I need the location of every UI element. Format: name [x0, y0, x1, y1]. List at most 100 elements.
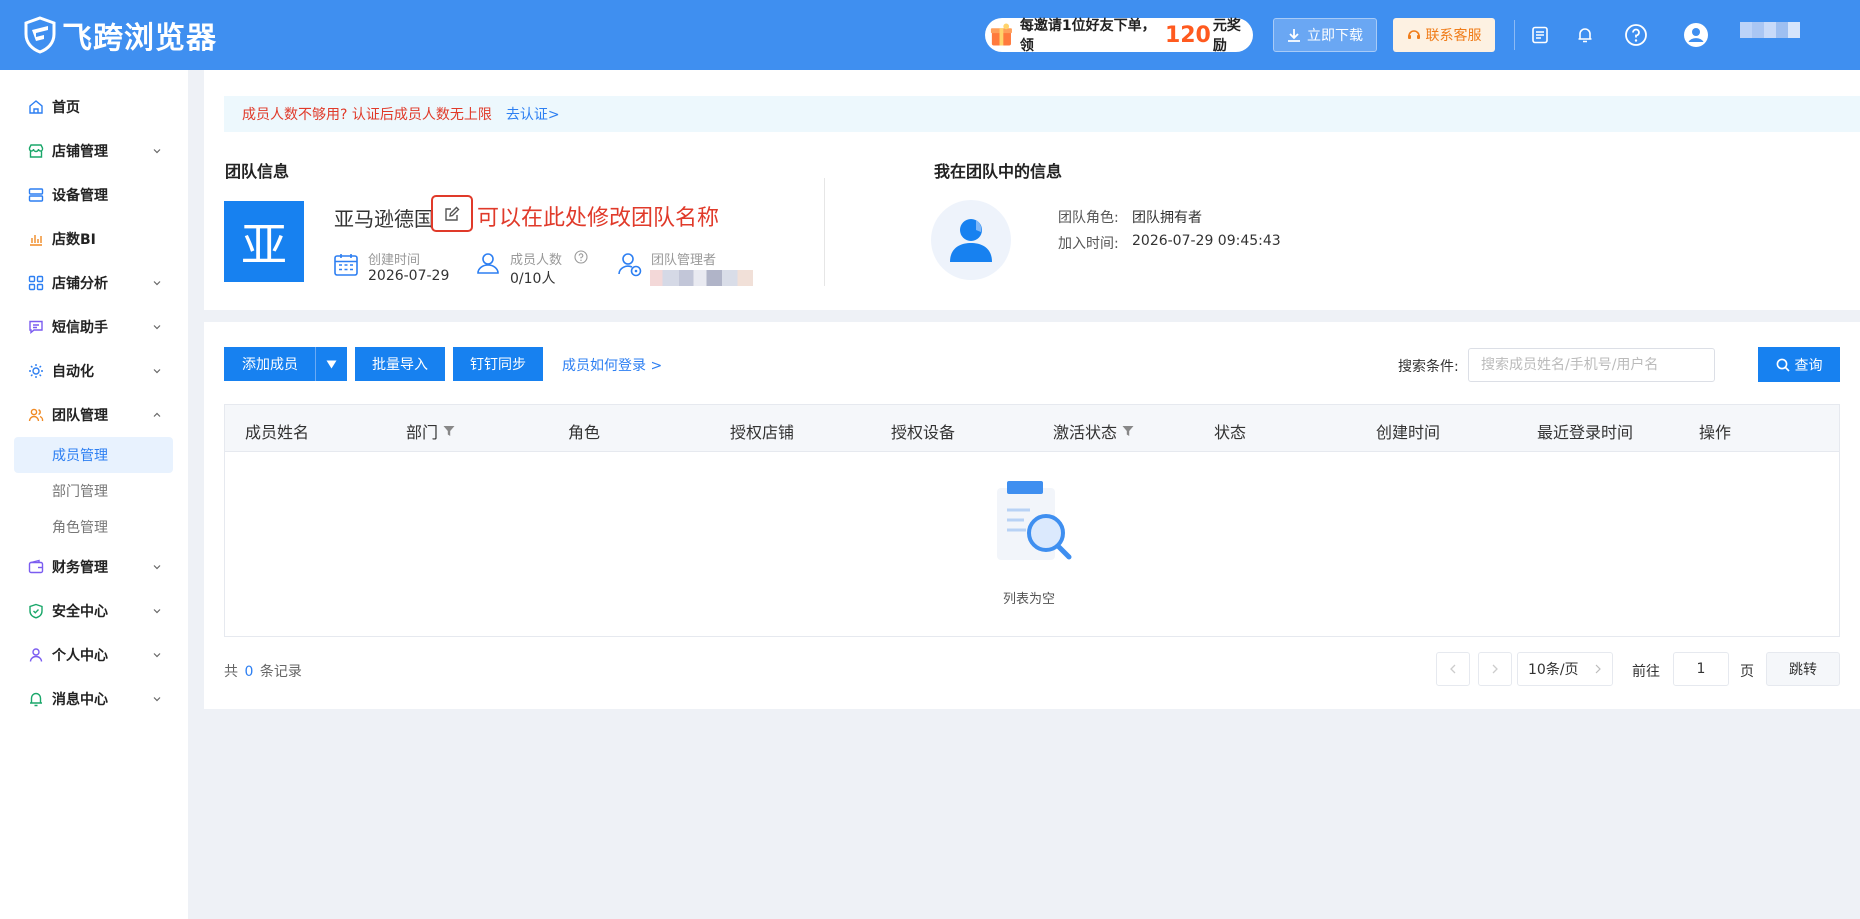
- verify-link[interactable]: 去认证>: [506, 104, 560, 124]
- prev-page-button[interactable]: [1436, 652, 1470, 686]
- user-avatar-icon: [1684, 23, 1708, 47]
- how-members-login-link[interactable]: 成员如何登录 >: [562, 355, 662, 375]
- notification-button[interactable]: [1572, 22, 1598, 48]
- docs-button[interactable]: [1527, 22, 1553, 48]
- invite-promo-banner[interactable]: 每邀请1位好友下单，领 120 元奖励: [985, 18, 1253, 54]
- sidebar-item-shop-management[interactable]: 店铺管理: [0, 131, 188, 171]
- next-page-button[interactable]: [1478, 652, 1512, 686]
- account-name-redacted[interactable]: [1740, 22, 1800, 38]
- query-button[interactable]: 查询: [1758, 347, 1840, 382]
- help-icon: [1625, 24, 1647, 46]
- column-header-status[interactable]: 状态: [1214, 419, 1246, 443]
- grid-icon: [28, 275, 44, 291]
- sidebar-item-finance-management[interactable]: 财务管理: [0, 547, 188, 587]
- team-role-label: 团队角色:: [1058, 210, 1119, 226]
- filter-icon[interactable]: [443, 425, 455, 437]
- query-label: 查询: [1794, 357, 1823, 374]
- column-header-label: 授权店铺: [730, 423, 795, 442]
- chevron-down-icon: [153, 281, 161, 286]
- sidebar-item-device-management[interactable]: 设备管理: [0, 175, 188, 215]
- column-header-authorized-shops[interactable]: 授权店铺: [730, 419, 794, 443]
- column-header-actions[interactable]: 操作: [1699, 419, 1731, 443]
- jump-button[interactable]: 跳转: [1766, 652, 1840, 686]
- sidebar-subitem-department-management[interactable]: 部门管理: [14, 473, 173, 509]
- contact-service-button[interactable]: 联系客服: [1393, 18, 1495, 52]
- sidebar-item-message-center[interactable]: 消息中心: [0, 679, 188, 719]
- column-header-activation-status[interactable]: 激活状态: [1053, 419, 1134, 443]
- chevron-down-icon: [153, 149, 161, 154]
- download-button[interactable]: 立即下载: [1273, 18, 1377, 52]
- sidebar-item-security-center[interactable]: 安全中心: [0, 591, 188, 631]
- column-header-last-login[interactable]: 最近登录时间: [1537, 419, 1633, 443]
- batch-import-button[interactable]: 批量导入: [355, 347, 445, 381]
- document-icon: [1532, 26, 1548, 44]
- column-header-created-time[interactable]: 创建时间: [1376, 419, 1440, 443]
- member-search-input[interactable]: [1468, 348, 1715, 382]
- page-size-select[interactable]: 10条/页: [1517, 652, 1613, 686]
- sidebar-item-label: 首页: [52, 100, 80, 116]
- add-member-dropdown-button[interactable]: [315, 347, 347, 381]
- column-header-name[interactable]: 成员姓名: [245, 419, 309, 443]
- user-icon: [29, 648, 43, 662]
- download-icon: [1288, 29, 1300, 42]
- column-header-department[interactable]: 部门: [406, 419, 455, 443]
- sidebar-item-automation[interactable]: 自动化: [0, 351, 188, 391]
- column-header-label: 激活状态: [1053, 423, 1118, 442]
- goto-label: 前往: [1632, 664, 1660, 680]
- member-count-value: 0/10人: [510, 271, 556, 287]
- shield-logo-icon: [24, 16, 56, 54]
- column-header-label: 状态: [1214, 423, 1247, 442]
- sidebar-item-team-management[interactable]: 团队管理: [0, 395, 188, 435]
- shield-icon: [29, 603, 43, 619]
- sun-gear-icon: [29, 364, 43, 378]
- sidebar-item-label: 团队管理: [52, 408, 108, 424]
- joined-time-label: 加入时间:: [1058, 236, 1119, 252]
- page-size-value: 10条/页: [1528, 662, 1579, 678]
- chevron-down-icon: [153, 565, 161, 570]
- help-button[interactable]: [1623, 22, 1649, 48]
- my-avatar: [931, 200, 1011, 280]
- sidebar-item-home[interactable]: 首页: [0, 87, 188, 127]
- column-header-label: 操作: [1699, 423, 1732, 442]
- calendar-icon: [334, 254, 358, 276]
- sidebar-item-personal-center[interactable]: 个人中心: [0, 635, 188, 675]
- column-header-role[interactable]: 角色: [568, 419, 600, 443]
- sidebar-subitem-member-management[interactable]: 成员管理: [14, 437, 173, 473]
- sidebar-subitem-label: 角色管理: [52, 520, 108, 536]
- chevron-left-icon: [1450, 664, 1456, 674]
- column-header-label: 部门: [406, 423, 439, 442]
- account-avatar-button[interactable]: [1683, 22, 1709, 48]
- member-count-label: 成员人数: [510, 253, 563, 268]
- section-divider: [824, 178, 825, 286]
- my-info-title: 我在团队中的信息: [934, 162, 1063, 181]
- edit-team-name-button[interactable]: [431, 195, 473, 232]
- chevron-up-icon: [153, 412, 161, 417]
- chevron-right-icon: [1492, 664, 1498, 674]
- dingtalk-sync-button[interactable]: 钉钉同步: [453, 347, 543, 381]
- member-count-help-icon[interactable]: [574, 250, 588, 264]
- headset-icon: [1407, 30, 1420, 39]
- joined-time-value: 2026-07-29 09:45:43: [1132, 233, 1281, 249]
- goto-page-input[interactable]: [1673, 652, 1729, 686]
- filter-icon[interactable]: [1122, 425, 1134, 437]
- sidebar-item-label: 短信助手: [52, 320, 108, 336]
- column-header-label: 授权设备: [891, 423, 956, 442]
- add-member-button[interactable]: 添加成员: [224, 347, 316, 381]
- sidebar-item-label: 个人中心: [52, 648, 108, 664]
- created-time-value: 2026-07-29: [368, 268, 450, 284]
- sidebar-item-label: 设备管理: [52, 188, 108, 204]
- chevron-down-icon: [153, 697, 161, 702]
- column-header-authorized-devices[interactable]: 授权设备: [891, 419, 955, 443]
- header-divider: [1514, 20, 1515, 50]
- sidebar-item-sms-assistant[interactable]: 短信助手: [0, 307, 188, 347]
- team-role-value: 团队拥有者: [1132, 210, 1202, 226]
- sidebar-subitem-role-management[interactable]: 角色管理: [14, 509, 173, 545]
- empty-list-icon: [997, 481, 1072, 560]
- promo-text-before: 每邀请1位好友下单，领: [1019, 18, 1156, 54]
- sidebar-item-label: 安全中心: [52, 604, 108, 620]
- team-avatar: 亚: [224, 201, 304, 282]
- brand-logo[interactable]: 飞跨浏览器: [24, 16, 217, 56]
- sidebar-item-shop-analysis[interactable]: 店铺分析: [0, 263, 188, 303]
- caret-down-icon: [326, 360, 337, 368]
- sidebar-item-shop-bi[interactable]: 店数BI: [0, 219, 188, 259]
